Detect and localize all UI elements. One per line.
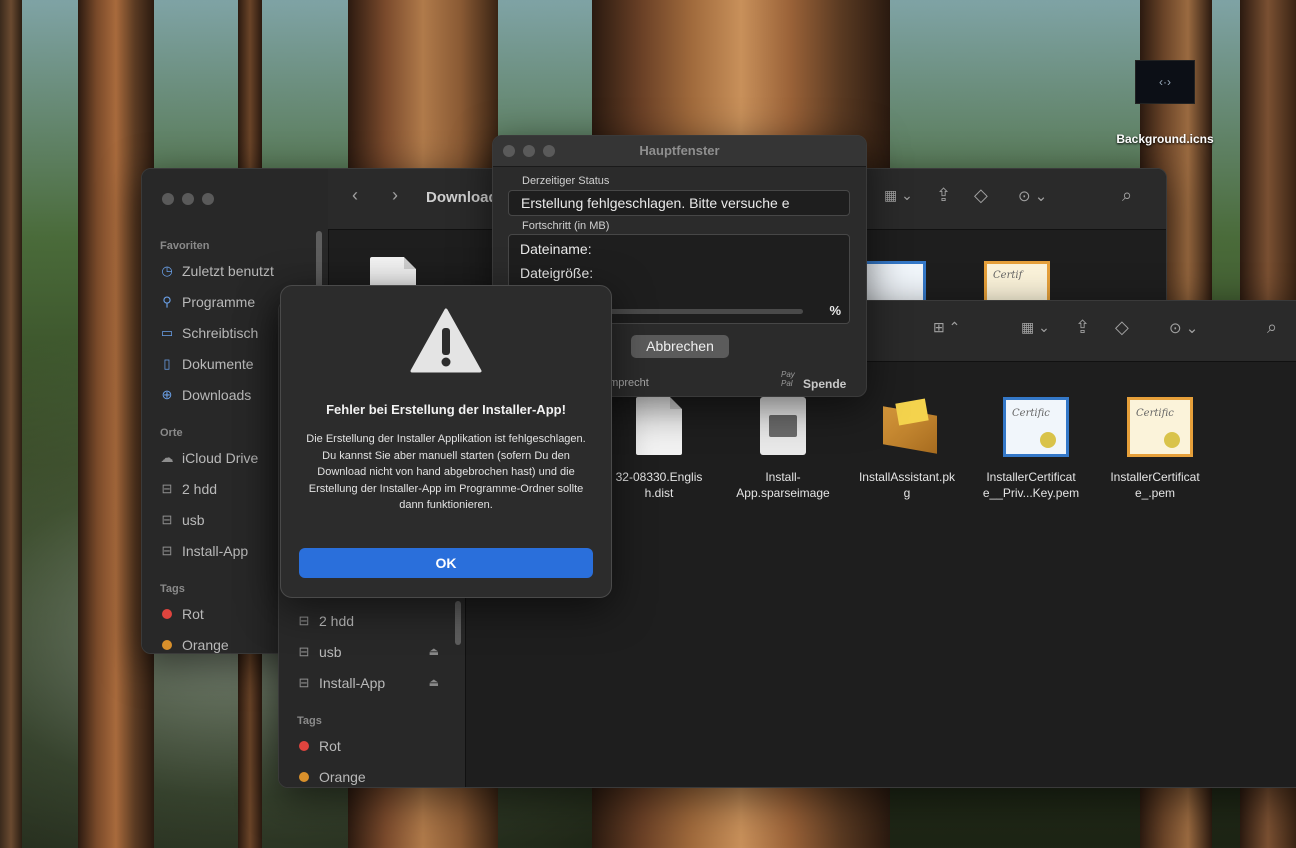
sidebar-tag-orange[interactable]: Orange [279, 761, 465, 787]
file-item[interactable]: 32-08330.Englis h.dist [595, 397, 723, 501]
drive-icon: ⊟ [161, 542, 173, 558]
minimize-button[interactable] [182, 193, 194, 205]
download-icon: ⊕ [161, 386, 173, 402]
share-icon[interactable]: ⇪ [936, 185, 951, 206]
error-alert-dialog[interactable]: Fehler bei Erstellung der Installer-App!… [280, 285, 612, 598]
minimize-button[interactable] [523, 145, 535, 157]
sidebar-item-usb[interactable]: ⊟ usb ⏏ [279, 636, 465, 667]
more-icon[interactable]: ⊙ ⌄ [1169, 319, 1198, 337]
orange-tag-icon [299, 771, 309, 782]
ok-button[interactable]: OK [299, 548, 593, 578]
forward-icon[interactable]: › [392, 185, 398, 206]
drive-icon: ⊟ [298, 612, 310, 628]
sidebar-tag-red[interactable]: Rot [279, 730, 465, 761]
drive-icon: ⊟ [161, 480, 173, 496]
sidebar-scrollbar[interactable] [455, 601, 461, 645]
tree-trunk [0, 0, 22, 848]
desktop-file-icon[interactable]: ‹·› Background.icns [1110, 60, 1220, 146]
zoom-button[interactable] [543, 145, 555, 157]
file-item[interactable]: InstallAssistant.pk g [843, 397, 971, 501]
percent-sign: % [829, 303, 841, 318]
search-icon[interactable]: ⌕ [1267, 317, 1277, 338]
file-item[interactable]: Certific InstallerCertificat e__Priv...K… [967, 397, 1095, 501]
progress-label: Fortschritt (in MB) [522, 220, 610, 232]
search-icon[interactable]: ⌕ [1122, 185, 1132, 206]
share-icon[interactable]: ⇪ [1075, 317, 1090, 338]
clock-icon: ◷ [161, 262, 173, 278]
apps-icon: ⚲ [162, 293, 172, 309]
tag-icon[interactable]: ◇ [1115, 317, 1129, 338]
sidebar-item-recents[interactable]: ◷ Zuletzt benutzt [142, 255, 328, 286]
more-icon[interactable]: ⊙ ⌄ [1018, 187, 1047, 205]
drive-icon: ⊟ [298, 674, 310, 690]
file-item[interactable]: Install- App.sparseimage [719, 397, 847, 501]
document-icon [631, 397, 687, 461]
filesize-label: Dateigröße: [520, 265, 594, 281]
eject-icon[interactable]: ⏏ [429, 676, 439, 689]
view-grid-icon[interactable]: ⊞ ⌃ [933, 319, 960, 336]
filename-label: Dateiname: [520, 241, 592, 257]
alert-message: Die Erstellung der Installer Applikation… [306, 433, 586, 511]
close-button[interactable] [503, 145, 515, 157]
main-window-titlebar: Hauptfenster [493, 136, 866, 167]
zoom-button[interactable] [202, 193, 214, 205]
package-icon [879, 397, 937, 461]
sidebar-item-install-app[interactable]: ⊟ Install-App ⏏ [279, 667, 465, 698]
sidebar-header-tags: Tags [297, 715, 322, 727]
red-tag-icon [299, 740, 309, 751]
alert-title: Fehler bei Erstellung der Installer-App! [326, 402, 566, 417]
sidebar-header-favorites: Favoriten [160, 240, 210, 252]
cloud-icon: ☁ [160, 449, 174, 465]
group-icon[interactable]: ▦ ⌄ [1021, 319, 1050, 336]
status-label: Derzeitiger Status [522, 175, 610, 187]
status-field: Erstellung fehlgeschlagen. Bitte versuch… [508, 190, 850, 216]
orange-tag-icon [162, 639, 172, 650]
disk-image-icon [755, 397, 811, 461]
certificate-icon: Certific [1003, 397, 1069, 461]
sidebar-item-2hdd[interactable]: ⊟ 2 hdd [279, 605, 465, 636]
desktop-file-label: Background.icns [1116, 132, 1214, 146]
drive-icon: ⊟ [298, 643, 310, 659]
main-window-title: Hauptfenster [639, 143, 720, 158]
window-controls[interactable] [162, 193, 214, 205]
group-icon[interactable]: ▦ ⌄ [884, 187, 913, 204]
drive-icon: ⊟ [161, 511, 173, 527]
tag-icon[interactable]: ◇ [974, 185, 988, 206]
warning-icon [410, 308, 482, 374]
red-tag-icon [162, 608, 172, 619]
desktop-icon: ▭ [160, 324, 174, 340]
certificate-icon: Certific [1127, 397, 1193, 461]
cancel-button[interactable]: Abbrechen [631, 335, 729, 358]
eject-icon[interactable]: ⏏ [429, 645, 439, 658]
paypal-icon[interactable]: Pay Pal [781, 370, 801, 388]
back-icon[interactable]: ‹ [352, 185, 358, 206]
donate-button[interactable]: Spende [803, 377, 846, 391]
window-controls[interactable] [503, 145, 555, 157]
progress-bar [603, 309, 803, 314]
document-icon: ▯ [163, 355, 171, 371]
close-button[interactable] [162, 193, 174, 205]
file-item[interactable]: Certific InstallerCertificat e_.pem [1091, 397, 1219, 501]
icns-thumbnail-icon: ‹·› [1135, 60, 1195, 104]
